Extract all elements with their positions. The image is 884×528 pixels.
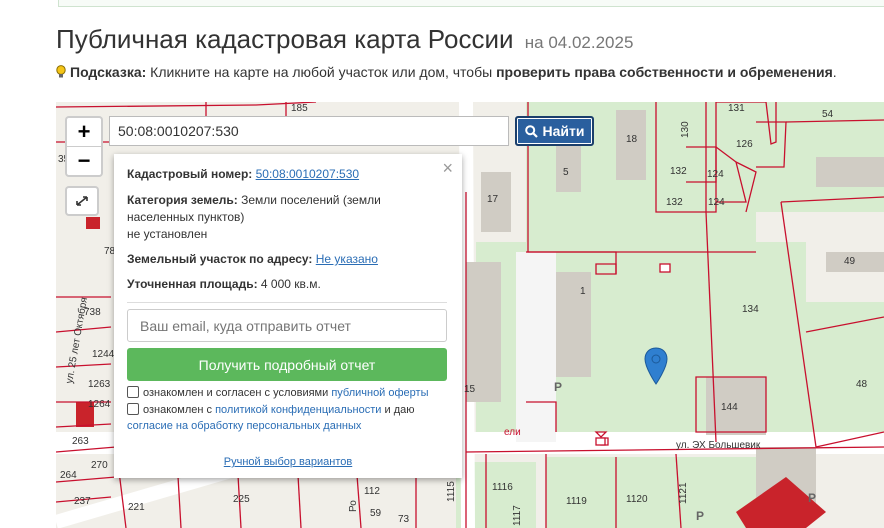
area-value: 4 000 кв.м. — [257, 277, 321, 291]
cadastral-number-label: Кадастровый номер: — [127, 167, 253, 181]
privacy-policy-link[interactable]: политикой конфиденциальности — [215, 404, 381, 416]
address-row: Земельный участок по адресу: Не указано — [127, 251, 378, 268]
offer-consent-row: ознакомлен и согласен с условиями публич… — [127, 385, 429, 401]
land-category-row: Категория земель: Земли поселений (земли… — [127, 192, 381, 243]
map-label: 54 — [822, 109, 834, 120]
email-field[interactable] — [127, 309, 447, 342]
address-label: Земельный участок по адресу: — [127, 252, 313, 266]
zoom-control: + − — [65, 116, 103, 177]
privacy-consent-text: ознакомлен с — [143, 404, 216, 416]
map-label: 73 — [398, 514, 410, 525]
zoom-out-button[interactable]: − — [67, 146, 101, 175]
map-label: 1244 — [92, 349, 115, 360]
map-label: 130 — [680, 121, 691, 138]
map-label: 1 — [580, 286, 586, 297]
search-button[interactable]: Найти — [515, 116, 594, 146]
privacy-consent-row: ознакомлен с политикой конфиденциальност… — [127, 402, 414, 434]
map-label: 15 — [464, 384, 476, 395]
map-label: 59 — [370, 508, 382, 519]
page-date: на 04.02.2025 — [524, 33, 634, 52]
map-label: 1263 — [88, 379, 111, 390]
map-label: 1115 — [446, 481, 457, 502]
map-label: 270 — [91, 460, 108, 471]
map-label: 263 — [72, 436, 89, 447]
map-label: 132 — [666, 197, 683, 208]
parking-label: P — [696, 509, 704, 523]
fullscreen-icon — [76, 196, 88, 206]
map-label: 112 — [364, 486, 380, 497]
personal-data-consent-link[interactable]: согласие на обработку персональных данны… — [127, 420, 361, 432]
area-row: Уточненная площадь: 4 000 кв.м. — [127, 276, 321, 293]
map-label: ели — [504, 427, 521, 438]
cadastral-number-row: Кадастровый номер: 50:08:0010207:530 — [127, 166, 359, 183]
street-label: ул. 25 лет Октября — [63, 296, 90, 384]
top-panel-edge — [58, 0, 884, 7]
cadastral-search-input[interactable] — [109, 116, 509, 146]
map-label: 1119 — [566, 496, 587, 507]
search-icon — [524, 124, 538, 138]
get-report-button[interactable]: Получить подробный отчет — [127, 348, 447, 381]
hint-bold: проверить права собственности и обремене… — [496, 64, 833, 80]
privacy-consent-checkbox[interactable] — [127, 403, 139, 415]
map-label: 5 — [563, 167, 569, 178]
hint-label: Подсказка: — [70, 64, 147, 80]
land-category-value: Земли поселений (земли — [237, 193, 381, 207]
map-label: 1264 — [88, 399, 111, 410]
map-label: 1121 — [678, 482, 689, 504]
offer-consent-checkbox[interactable] — [127, 386, 139, 398]
popup-divider — [127, 302, 447, 303]
map-label: 124 — [708, 197, 725, 208]
map-label: 17 — [487, 194, 499, 205]
land-category-label: Категория земель: — [127, 193, 238, 207]
map-label: 48 — [856, 379, 868, 390]
area-label: Уточненная площадь: — [127, 277, 258, 291]
map-label: 1120 — [626, 494, 648, 505]
land-use-value: не установлен — [127, 227, 208, 241]
hint-end: . — [832, 64, 837, 80]
map-label: 131 — [728, 103, 745, 114]
page-title: Публичная кадастровая карта России на 04… — [56, 24, 633, 55]
map-label: 49 — [844, 256, 856, 267]
map-label: 126 — [736, 139, 753, 150]
map-label: 124 — [707, 169, 724, 180]
page-title-text: Публичная кадастровая карта России — [56, 24, 514, 54]
map-label: 132 — [670, 166, 687, 177]
cadastral-map[interactable]: 185 131 54 126 18 5 132 124 132 124 17 4… — [56, 102, 884, 528]
land-category-value-2: населенных пунктов) — [127, 210, 245, 224]
privacy-consent-text-2: и даю — [381, 404, 415, 416]
map-pin-icon[interactable] — [643, 346, 669, 388]
map-label: 144 — [721, 402, 738, 413]
search-button-label: Найти — [542, 123, 585, 139]
manual-selection-link[interactable]: Ручной выбор вариантов — [114, 456, 462, 468]
offer-consent-text: ознакомлен и согласен с условиями — [143, 387, 332, 399]
address-link[interactable]: Не указано — [316, 252, 378, 266]
street-label: Ро — [348, 500, 359, 512]
map-label: 264 — [60, 470, 77, 481]
fullscreen-button[interactable] — [65, 186, 99, 216]
map-label: 134 — [742, 304, 759, 315]
map-label: 18 — [626, 134, 638, 145]
map-label: 221 — [128, 502, 145, 513]
parcel-info-popup: × Кадастровый номер: 50:08:0010207:530 К… — [114, 154, 462, 478]
zoom-in-button[interactable]: + — [67, 118, 101, 146]
map-label: 225 — [233, 494, 250, 505]
hint: Подсказка: Кликните на карте на любой уч… — [56, 64, 837, 80]
public-offer-link[interactable]: публичной оферты — [331, 387, 428, 399]
street-label: ул. ЭХ Большевик — [676, 440, 761, 451]
parking-label: P — [554, 380, 562, 394]
map-label: 185 — [291, 103, 308, 114]
cadastral-number-link[interactable]: 50:08:0010207:530 — [256, 167, 359, 181]
map-label: 237 — [74, 496, 91, 507]
bulb-icon — [56, 65, 66, 78]
map-label: 1116 — [492, 482, 513, 493]
map-label: 1117 — [512, 505, 523, 526]
close-icon[interactable]: × — [442, 158, 453, 179]
parking-label: P — [808, 491, 816, 505]
hint-text: Кликните на карте на любой участок или д… — [146, 64, 497, 80]
